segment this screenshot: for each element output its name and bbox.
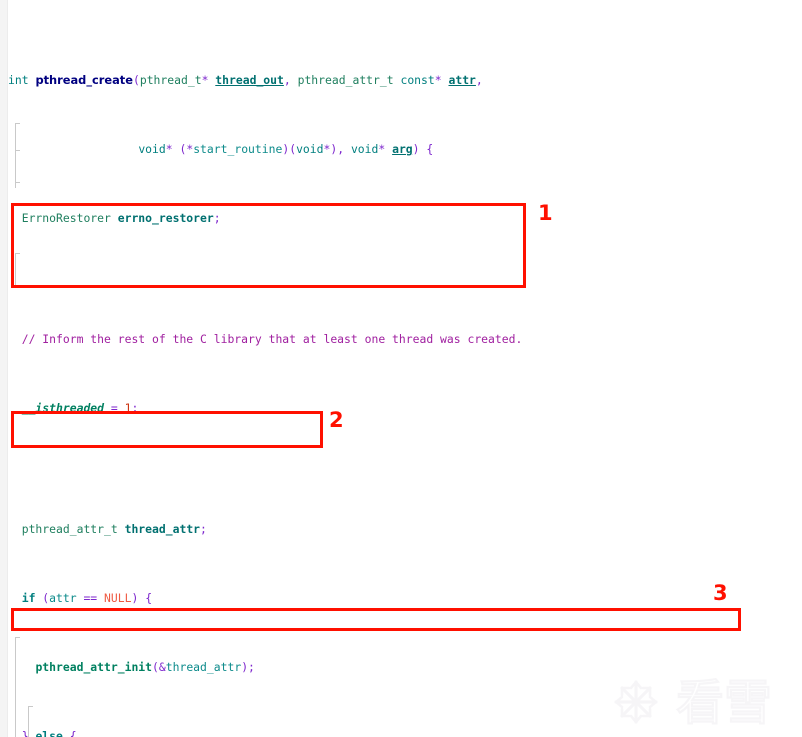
code-line: if (attr == NULL) { [21, 590, 153, 605]
annotation-number-2: 2 [329, 408, 344, 432]
code-line: } else { [21, 728, 77, 737]
annotation-number-1: 1 [538, 201, 553, 225]
code-line: // Inform the rest of the C library that… [8, 331, 523, 346]
code-line: ErrnoRestorer errno_restorer; [21, 211, 221, 225]
code-line: void* (*start_routine)(void*), void* arg… [138, 142, 434, 156]
code-editor[interactable]: int pthread_create(pthread_t* thread_out… [0, 0, 802, 737]
code-line: __isthreaded = 1; [21, 400, 139, 415]
code-line: pthread_attr_t thread_attr; [21, 521, 207, 536]
annotation-number-3: 3 [713, 581, 728, 605]
editor-gutter [0, 0, 8, 737]
code-line: int pthread_create(pthread_t* thread_out… [8, 73, 483, 87]
code-body[interactable]: int pthread_create(pthread_t* thread_out… [8, 3, 802, 737]
code-line: pthread_attr_init(&thread_attr); [35, 659, 255, 674]
